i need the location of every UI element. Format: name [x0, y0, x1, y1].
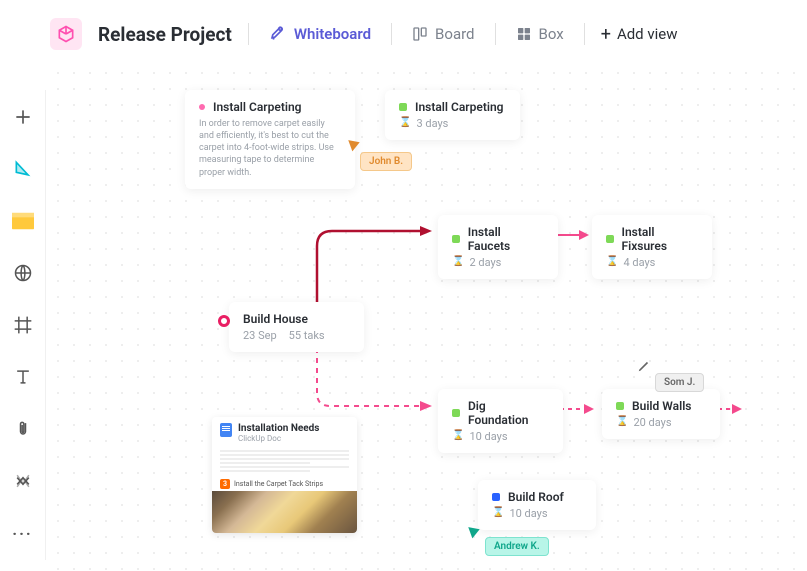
node-handle[interactable]	[218, 315, 230, 327]
tool-text[interactable]	[8, 362, 38, 392]
collaborator-cursor: John B.	[360, 152, 412, 171]
status-square	[606, 235, 614, 243]
status-dot	[199, 104, 205, 110]
card-duration: 10 days	[509, 507, 547, 520]
card-install-faucets[interactable]: Install Faucets ⌛ 2 days	[438, 215, 558, 279]
status-square	[616, 402, 624, 410]
tool-web[interactable]	[8, 258, 38, 288]
divider	[495, 23, 496, 45]
doc-icon	[220, 423, 232, 437]
card-duration: 20 days	[633, 416, 671, 429]
project-title: Release Project	[98, 23, 232, 46]
toolbar: ···	[0, 90, 46, 560]
pencil-icon	[637, 358, 651, 377]
header: Release Project Whiteboard Board Box + A…	[0, 0, 807, 68]
card-build-walls[interactable]: Build Walls ⌛ 20 days	[602, 389, 720, 439]
tab-board[interactable]: Board	[408, 20, 478, 48]
doc-section-title: Install the Carpet Tack Strips	[234, 480, 323, 488]
card-duration: 10 days	[469, 430, 507, 443]
doc-subtitle: ClickUp Doc	[238, 434, 319, 443]
hourglass-icon: ⌛	[452, 431, 464, 441]
tab-box[interactable]: Box	[512, 20, 568, 48]
hourglass-icon: ⌛	[399, 118, 411, 128]
whiteboard-icon	[269, 25, 287, 43]
card-duration: 3 days	[416, 117, 448, 130]
divider	[584, 23, 585, 45]
doc-section-number: 3	[220, 479, 230, 489]
card-tasks: 55 taks	[289, 329, 325, 342]
card-description: In order to remove carpet easily and eff…	[199, 118, 341, 179]
card-title: Build Walls	[632, 399, 691, 413]
card-build-house[interactable]: Build House 23 Sep 55 taks	[229, 302, 364, 352]
card-title: Install Fixsures	[622, 225, 699, 253]
board-icon	[412, 26, 428, 42]
tab-label: Whiteboard	[294, 25, 371, 43]
card-install-carpeting-detail[interactable]: Install Carpeting In order to remove car…	[185, 90, 355, 189]
divider	[248, 23, 249, 45]
connector-line	[560, 403, 602, 415]
collaborator-cursor: Andrew K.	[485, 537, 549, 556]
card-title: Build House	[243, 312, 308, 326]
card-title: Build Roof	[508, 490, 564, 504]
add-view-button[interactable]: + Add view	[601, 24, 678, 45]
add-view-label: Add view	[617, 25, 678, 43]
tool-frame[interactable]	[8, 310, 38, 340]
hourglass-icon: ⌛	[616, 417, 628, 427]
tab-label: Board	[435, 25, 474, 43]
embedded-doc[interactable]: Installation Needs ClickUp Doc 3 Install…	[212, 417, 357, 533]
tool-pen[interactable]	[8, 154, 38, 184]
card-install-fixtures[interactable]: Install Fixsures ⌛ 4 days	[592, 215, 712, 279]
tab-label: Box	[539, 25, 564, 43]
tool-sticky-note[interactable]	[8, 206, 38, 236]
status-square	[492, 493, 500, 501]
card-build-roof[interactable]: Build Roof ⌛ 10 days	[478, 480, 596, 530]
collaborator-cursor: Som J.	[655, 373, 704, 392]
tool-connector[interactable]	[8, 466, 38, 496]
card-duration: 2 days	[469, 256, 501, 269]
tool-more[interactable]: ···	[8, 518, 38, 548]
card-title: Install Carpeting	[213, 100, 302, 114]
card-title: Install Carpeting	[415, 100, 504, 114]
doc-title: Installation Needs	[238, 423, 319, 434]
doc-preview-lines	[212, 446, 357, 476]
card-title: Dig Foundation	[468, 399, 549, 427]
connector-line	[718, 403, 748, 415]
card-dig-foundation[interactable]: Dig Foundation ⌛ 10 days	[438, 389, 563, 453]
card-duration: 4 days	[623, 256, 655, 269]
box-icon	[516, 26, 532, 42]
divider	[391, 23, 392, 45]
card-title: Install Faucets	[468, 225, 544, 253]
hourglass-icon: ⌛	[606, 257, 618, 267]
hourglass-icon: ⌛	[452, 257, 464, 267]
whiteboard-canvas[interactable]: Install Carpeting In order to remove car…	[50, 65, 807, 571]
logo-icon	[50, 18, 82, 50]
tool-attachment[interactable]	[8, 414, 38, 444]
card-install-carpeting[interactable]: Install Carpeting ⌛ 3 days	[385, 90, 520, 140]
tool-add[interactable]	[8, 102, 38, 132]
hourglass-icon: ⌛	[492, 508, 504, 518]
status-square	[399, 103, 407, 111]
status-square	[452, 235, 460, 243]
tab-whiteboard[interactable]: Whiteboard	[265, 20, 375, 48]
connector-line	[555, 229, 595, 241]
card-date: 23 Sep	[243, 329, 277, 342]
plus-icon: +	[601, 24, 611, 45]
status-square	[452, 409, 460, 417]
doc-image-preview	[212, 491, 357, 533]
